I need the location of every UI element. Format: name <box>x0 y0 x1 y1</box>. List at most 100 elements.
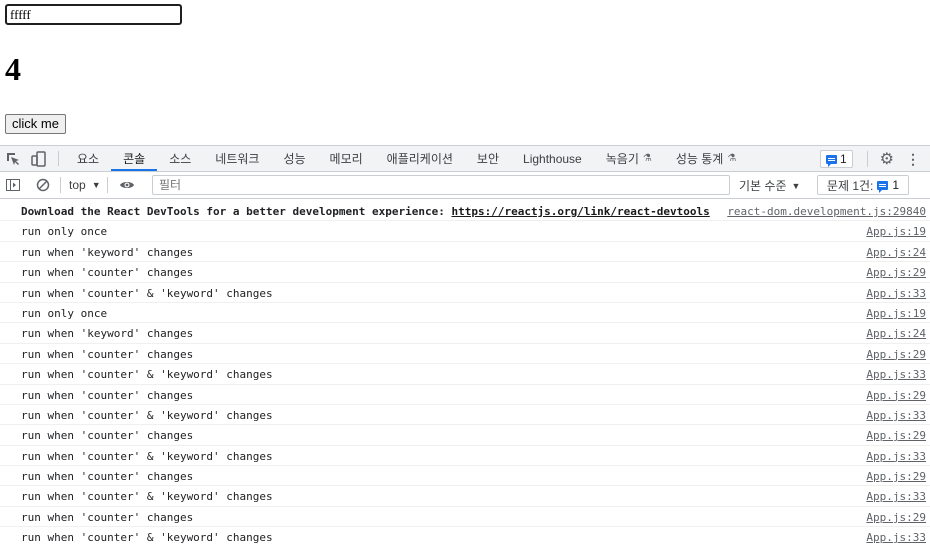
console-row: run when 'keyword' changes App.js:24 <box>0 323 930 344</box>
console-source-link[interactable]: App.js:24 <box>866 246 926 259</box>
console-row: Download the React DevTools for a better… <box>0 201 930 222</box>
console-source-link[interactable]: App.js:33 <box>866 531 926 544</box>
devtools-tabbar: 요소 콘솔 소스 네트워크 성능 메모리 애플리케이션 보안 Lighthouse 녹음기 ⚗ 성능 … <box>0 146 930 172</box>
console-row: run when 'keyword' changes App.js:24 <box>0 242 930 263</box>
toolbar-divider <box>60 177 61 193</box>
tab-label: 성능 <box>283 152 306 166</box>
console-message: run when 'counter' changes <box>21 429 194 443</box>
tab-label: Lighthouse <box>523 151 582 166</box>
tab-label: 녹음기 <box>605 152 639 166</box>
message-icon <box>877 180 889 193</box>
experimental-flask-icon: ⚗ <box>727 153 737 164</box>
console-source-link[interactable]: App.js:29 <box>866 389 926 402</box>
counter-display: 4 <box>5 51 21 87</box>
tab-0[interactable]: 요소 <box>65 146 111 171</box>
issues-count: 1 <box>892 178 900 192</box>
console-message: run when 'counter' & 'keyword' changes <box>21 368 273 382</box>
console-source-link[interactable]: App.js:29 <box>866 429 926 442</box>
log-level-label: 기본 수준 <box>739 179 787 193</box>
console-message: run when 'counter' changes <box>21 470 194 484</box>
console-source-link[interactable]: App.js:24 <box>866 327 926 340</box>
console-source-link[interactable]: App.js:29 <box>866 348 926 361</box>
tab-label: 메모리 <box>329 152 363 166</box>
live-expression-eye-icon[interactable] <box>116 174 138 196</box>
settings-gear-icon[interactable]: ⚙ <box>880 149 894 169</box>
console-row: run when 'counter' & 'keyword' changes Ap… <box>0 446 930 467</box>
tab-label: 보안 <box>476 152 500 166</box>
toolbar-divider <box>106 177 108 193</box>
console-row: run when 'counter' changes App.js:29 <box>0 425 930 446</box>
console-message: run when 'counter' & 'keyword' changes <box>21 408 273 422</box>
console-source-link[interactable]: react-dom.development.js:29840 <box>727 205 926 218</box>
console-source-link[interactable]: App.js:29 <box>866 470 926 483</box>
keyword-input[interactable] <box>5 4 182 25</box>
experimental-flask-icon: ⚗ <box>642 153 652 164</box>
console-message: run when 'counter' changes <box>21 266 194 280</box>
console-filter-input[interactable] <box>152 175 730 195</box>
clear-console-icon[interactable] <box>32 174 54 196</box>
console-row: run when 'counter' changes App.js:29 <box>0 466 930 487</box>
console-row: run when 'counter' changes App.js:29 <box>0 344 930 365</box>
console-source-link[interactable]: App.js:19 <box>866 307 926 320</box>
console-message: run when 'counter' & 'keyword' changes <box>21 449 273 463</box>
device-toolbar-icon[interactable] <box>26 146 52 171</box>
more-options-icon[interactable]: ⋮ <box>906 151 920 168</box>
console-source-link[interactable]: App.js:33 <box>866 490 926 503</box>
console-message-text: Download the React DevTools for a better… <box>21 205 452 218</box>
tab-label: 애플리케이션 <box>386 152 453 166</box>
console-message: run when 'counter' changes <box>21 347 194 361</box>
console-message: run only once <box>21 225 108 239</box>
console-row: run when 'counter' & 'keyword' changes Ap… <box>0 364 930 385</box>
inspect-element-icon[interactable] <box>0 146 26 171</box>
issues-badge[interactable]: 1 <box>819 150 853 168</box>
console-row: run when 'counter' & 'keyword' changes Ap… <box>0 283 930 303</box>
toolbar-divider <box>866 151 868 167</box>
devtools-tabs: 요소 콘솔 소스 네트워크 성능 메모리 애플리케이션 보안 Lighthouse 녹음기 ⚗ 성능 … <box>65 146 748 171</box>
console-message: run when 'counter' & 'keyword' changes <box>21 286 273 300</box>
tab-1[interactable]: 콘솔 <box>111 146 158 171</box>
console-row: run when 'counter' & 'keyword' changes Ap… <box>0 527 930 546</box>
console-message: run when 'counter' & 'keyword' changes <box>21 490 273 504</box>
dropdown-arrow-icon: ▼ <box>91 180 101 190</box>
tab-label: 네트워크 <box>215 152 260 166</box>
tab-8[interactable]: Lighthouse <box>511 146 594 171</box>
toolbar-divider <box>58 151 59 166</box>
console-source-link[interactable]: App.js:33 <box>866 368 926 381</box>
devtools-panel: 요소 콘솔 소스 네트워크 성능 메모리 애플리케이션 보안 Lighthouse 녹음기 ⚗ 성능 … <box>0 145 930 546</box>
react-devtools-link[interactable]: https://reactjs.org/link/react-devtools <box>451 205 709 218</box>
devtools-right-controls: 1 ⚙ ⋮ <box>819 146 930 172</box>
console-source-link[interactable]: App.js:29 <box>866 511 926 524</box>
console-row: run only once App.js:19 <box>0 221 930 242</box>
console-row: run when 'counter' & 'keyword' changes Ap… <box>0 405 930 426</box>
console-row: run when 'counter' & 'keyword' changes Ap… <box>0 486 930 507</box>
tab-2[interactable]: 소스 <box>157 146 203 171</box>
console-message: run when 'keyword' changes <box>21 245 194 259</box>
console-source-link[interactable]: App.js:33 <box>866 450 926 463</box>
tab-3[interactable]: 네트워크 <box>203 146 271 171</box>
issues-button[interactable]: 문제 1건: 1 <box>817 175 909 195</box>
log-level-selector[interactable]: 기본 수준 ▼ <box>739 177 800 194</box>
context-label: top <box>69 178 86 192</box>
console-source-link[interactable]: App.js:33 <box>866 409 926 422</box>
console-toolbar: top ▼ 기본 수준 ▼ 문제 1건: 1 <box>0 172 930 199</box>
tab-label: 소스 <box>169 152 192 166</box>
console-source-link[interactable]: App.js:19 <box>866 225 926 238</box>
console-message: run only once <box>21 306 108 320</box>
context-selector[interactable]: top ▼ <box>69 178 101 192</box>
message-icon <box>825 154 837 167</box>
console-source-link[interactable]: App.js:29 <box>866 266 926 279</box>
tab-7[interactable]: 보안 <box>465 146 511 171</box>
tab-10[interactable]: 성능 통계 ⚗ <box>664 146 748 171</box>
console-output: Download the React DevTools for a better… <box>0 201 930 546</box>
click-me-button[interactable]: click me <box>5 114 66 134</box>
console-message: run when 'counter' changes <box>21 510 194 524</box>
tab-6[interactable]: 애플리케이션 <box>375 146 465 171</box>
tab-5[interactable]: 메모리 <box>318 146 375 171</box>
tab-4[interactable]: 성능 <box>271 146 317 171</box>
console-row: run when 'counter' changes App.js:29 <box>0 385 930 405</box>
tab-9[interactable]: 녹음기 ⚗ <box>594 146 664 171</box>
show-sidebar-icon[interactable] <box>2 174 24 196</box>
tab-label: 콘솔 <box>123 152 146 166</box>
console-source-link[interactable]: App.js:33 <box>866 287 926 300</box>
console-row: run when 'counter' changes App.js:29 <box>0 262 930 283</box>
